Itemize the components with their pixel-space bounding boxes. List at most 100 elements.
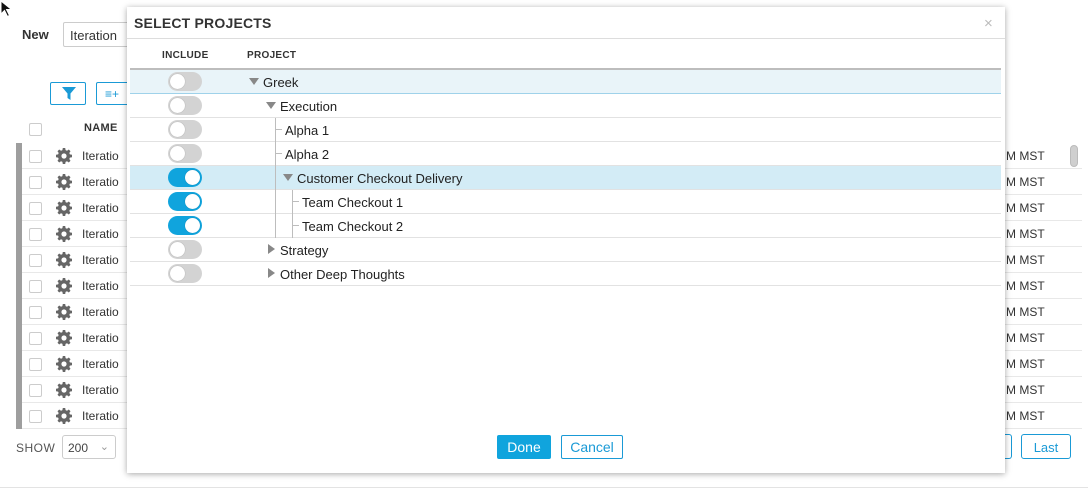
iteration-name[interactable]: Iteratio	[82, 201, 119, 215]
iteration-name[interactable]: Iteratio	[82, 357, 119, 371]
toggle-knob	[185, 218, 200, 233]
project-row[interactable]: Greek	[130, 70, 1001, 94]
gear-icon[interactable]	[56, 408, 72, 424]
gear-icon[interactable]	[56, 148, 72, 164]
last-page-button[interactable]: Last	[1021, 434, 1071, 459]
filter-button[interactable]	[50, 82, 86, 105]
project-row[interactable]: Other Deep Thoughts	[130, 262, 1001, 286]
name-column-header[interactable]: NAME	[84, 122, 118, 134]
iteration-date: M MST	[1006, 357, 1045, 371]
iteration-name[interactable]: Iteratio	[82, 331, 119, 345]
gear-icon[interactable]	[56, 252, 72, 268]
chevron-down-icon: ⌄	[99, 441, 109, 453]
project-row[interactable]: Execution	[130, 94, 1001, 118]
tree-guide-line	[275, 142, 276, 166]
gear-icon[interactable]	[56, 356, 72, 372]
project-name[interactable]: Execution	[280, 99, 337, 114]
iteration-name[interactable]: Iteratio	[82, 149, 119, 163]
gear-icon[interactable]	[56, 382, 72, 398]
tree-guide-line	[275, 118, 276, 142]
row-checkbox[interactable]	[29, 202, 42, 215]
tree-guide-line	[275, 166, 276, 190]
iteration-name[interactable]: Iteratio	[82, 305, 119, 319]
row-color-strip	[16, 299, 22, 325]
tree-guide-line	[292, 190, 293, 214]
row-checkbox[interactable]	[29, 358, 42, 371]
row-checkbox[interactable]	[29, 306, 42, 319]
row-checkbox[interactable]	[29, 384, 42, 397]
project-name[interactable]: Strategy	[280, 243, 328, 258]
table-scrollbar[interactable]	[1070, 145, 1078, 167]
project-name[interactable]: Greek	[263, 75, 298, 90]
collapse-arrow-icon[interactable]	[268, 268, 275, 278]
iteration-name[interactable]: Iteratio	[82, 175, 119, 189]
row-checkbox[interactable]	[29, 280, 42, 293]
expand-arrow-icon[interactable]	[283, 174, 293, 181]
cancel-button[interactable]: Cancel	[561, 435, 623, 459]
toggle-knob	[170, 74, 185, 89]
iteration-name[interactable]: Iteratio	[82, 279, 119, 293]
iteration-name[interactable]: Iteratio	[82, 383, 119, 397]
project-row[interactable]: Alpha 2	[130, 142, 1001, 166]
project-name[interactable]: Alpha 1	[285, 123, 329, 138]
mouse-cursor-icon	[0, 0, 13, 18]
project-name[interactable]: Team Checkout 2	[302, 219, 403, 234]
new-label: New	[22, 27, 49, 42]
show-label: SHOW	[16, 441, 56, 455]
row-checkbox[interactable]	[29, 410, 42, 423]
row-color-strip	[16, 273, 22, 299]
close-icon[interactable]: ×	[984, 15, 993, 32]
include-toggle[interactable]	[168, 96, 202, 115]
include-toggle[interactable]	[168, 264, 202, 283]
done-button[interactable]: Done	[497, 435, 551, 459]
iteration-date: M MST	[1006, 409, 1045, 423]
include-toggle[interactable]	[168, 192, 202, 211]
row-color-strip	[16, 325, 22, 351]
iteration-name[interactable]: Iteratio	[82, 227, 119, 241]
project-name[interactable]: Customer Checkout Delivery	[297, 171, 462, 186]
gear-icon[interactable]	[56, 226, 72, 242]
row-checkbox[interactable]	[29, 228, 42, 241]
gear-icon[interactable]	[56, 278, 72, 294]
expand-arrow-icon[interactable]	[249, 78, 259, 85]
gear-icon[interactable]	[56, 330, 72, 346]
project-row[interactable]: Strategy	[130, 238, 1001, 262]
toggle-knob	[185, 170, 200, 185]
page-size-value: 200	[68, 441, 89, 455]
gear-icon[interactable]	[56, 200, 72, 216]
project-row[interactable]: Alpha 1	[130, 118, 1001, 142]
include-toggle[interactable]	[168, 216, 202, 235]
project-name[interactable]: Team Checkout 1	[302, 195, 403, 210]
iteration-name[interactable]: Iteratio	[82, 253, 119, 267]
dialog-title: SELECT PROJECTS	[134, 15, 272, 31]
toggle-knob	[170, 266, 185, 281]
row-color-strip	[16, 221, 22, 247]
tree-guide-line	[275, 214, 276, 238]
project-name[interactable]: Alpha 2	[285, 147, 329, 162]
include-toggle[interactable]	[168, 240, 202, 259]
row-checkbox[interactable]	[29, 150, 42, 163]
project-row[interactable]: Customer Checkout Delivery	[130, 166, 1001, 190]
page-size-select[interactable]: 200 ⌄	[62, 435, 116, 459]
include-toggle[interactable]	[168, 72, 202, 91]
project-row[interactable]: Team Checkout 1	[130, 190, 1001, 214]
footer-divider	[0, 487, 1088, 488]
iteration-name[interactable]: Iteratio	[82, 409, 119, 423]
row-checkbox[interactable]	[29, 254, 42, 267]
iteration-date: M MST	[1006, 227, 1045, 241]
include-toggle[interactable]	[168, 168, 202, 187]
gear-icon[interactable]	[56, 174, 72, 190]
collapse-arrow-icon[interactable]	[268, 244, 275, 254]
expand-arrow-icon[interactable]	[266, 102, 276, 109]
row-color-strip	[16, 143, 22, 169]
toggle-knob	[170, 98, 185, 113]
include-toggle[interactable]	[168, 120, 202, 139]
project-row[interactable]: Team Checkout 2	[130, 214, 1001, 238]
project-name[interactable]: Other Deep Thoughts	[280, 267, 405, 282]
include-toggle[interactable]	[168, 144, 202, 163]
row-checkbox[interactable]	[29, 332, 42, 345]
row-checkbox[interactable]	[29, 176, 42, 189]
iteration-date: M MST	[1006, 253, 1045, 267]
gear-icon[interactable]	[56, 304, 72, 320]
select-all-checkbox[interactable]	[29, 123, 42, 136]
